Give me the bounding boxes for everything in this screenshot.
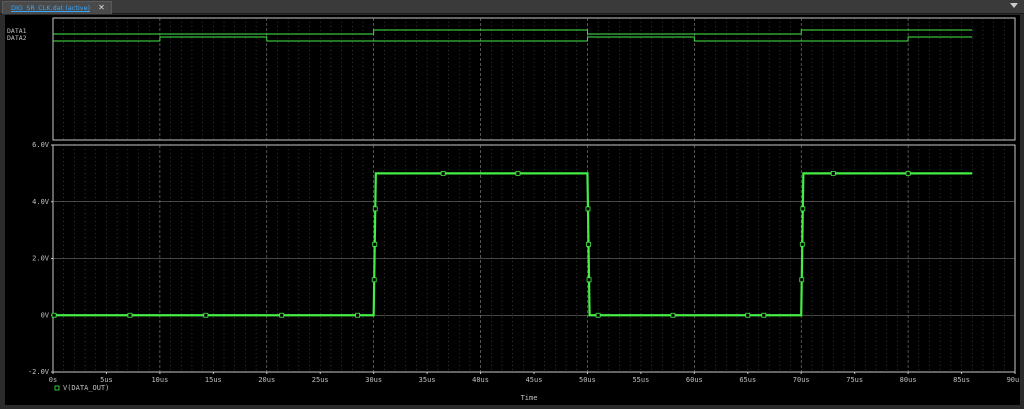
y-tick-label: 6.0V (32, 141, 50, 149)
trace-marker (440, 170, 446, 176)
x-tick-label: 0s (49, 376, 57, 384)
trace-marker (371, 277, 377, 283)
trace-marker (203, 312, 209, 318)
tab-label[interactable]: DIG_SR_CLK.dat (active) (11, 4, 90, 12)
x-tick-label: 20us (258, 376, 275, 384)
legend-label: V(DATA_OUT) (63, 384, 109, 392)
trace-marker (127, 312, 133, 318)
close-icon[interactable]: ✕ (98, 4, 105, 12)
tab-bar: DIG_SR_CLK.dat (active) ✕ (0, 0, 1024, 14)
trace-marker (279, 312, 285, 318)
y-tick-label: -2.0V (28, 368, 50, 376)
trace-marker (586, 241, 591, 247)
trace-marker (670, 312, 676, 318)
x-tick-label: 55us (632, 376, 649, 384)
trace-marker (800, 206, 806, 212)
y-tick-label: 0V (41, 311, 50, 319)
x-tick-label: 65us (739, 376, 756, 384)
trace-marker (799, 277, 805, 283)
trace-marker (585, 206, 591, 212)
trace-marker (355, 312, 361, 318)
trace-marker (595, 312, 601, 318)
x-tick-label: 10us (151, 376, 168, 384)
trace-marker (51, 312, 57, 318)
trace-marker (745, 312, 751, 318)
chevron-down-icon[interactable] (1010, 3, 1018, 8)
x-tick-label: 50us (579, 376, 596, 384)
x-axis-label: Time (521, 394, 538, 402)
x-tick-label: 75us (846, 376, 863, 384)
tab-active-file[interactable]: DIG_SR_CLK.dat (active) ✕ (2, 1, 112, 14)
x-tick-label: 85us (953, 376, 970, 384)
x-tick-label: 80us (900, 376, 917, 384)
x-tick-label: 30us (365, 376, 382, 384)
y-tick-label: 2.0V (32, 255, 50, 263)
trace-marker (372, 206, 378, 212)
trace-marker (830, 170, 836, 176)
x-tick-label: 70us (793, 376, 810, 384)
trace-marker (905, 170, 911, 176)
digital-signal-name: DATA2 (7, 34, 27, 42)
x-tick-label: 45us (526, 376, 543, 384)
trace-marker (586, 277, 592, 283)
x-tick-label: 35us (419, 376, 436, 384)
x-tick-label: 25us (312, 376, 329, 384)
waveform-chart[interactable]: 6.0V 4.0V 2.0V 0V -2.0V0s 5us 10us 15us 20us 25us… (5, 15, 1023, 405)
y-tick-label: 4.0V (32, 198, 50, 206)
x-tick-label: 5us (100, 376, 113, 384)
digital-plot-frame (52, 17, 1016, 141)
x-tick-label: 40us (472, 376, 489, 384)
x-tick-label: 15us (205, 376, 222, 384)
plot-area: 6.0V 4.0V 2.0V 0V -2.0V 0s 5us 10us 15us 20us 25us… (5, 15, 1023, 405)
trace-marker (372, 241, 378, 247)
trace-marker (761, 312, 767, 318)
trace-marker (799, 241, 805, 247)
legend-marker (54, 385, 60, 391)
x-tick-label: 60us (686, 376, 703, 384)
x-tick-label: 90us (1007, 376, 1020, 384)
digital-trace-data2 (53, 36, 973, 42)
trace-marker (515, 170, 521, 176)
